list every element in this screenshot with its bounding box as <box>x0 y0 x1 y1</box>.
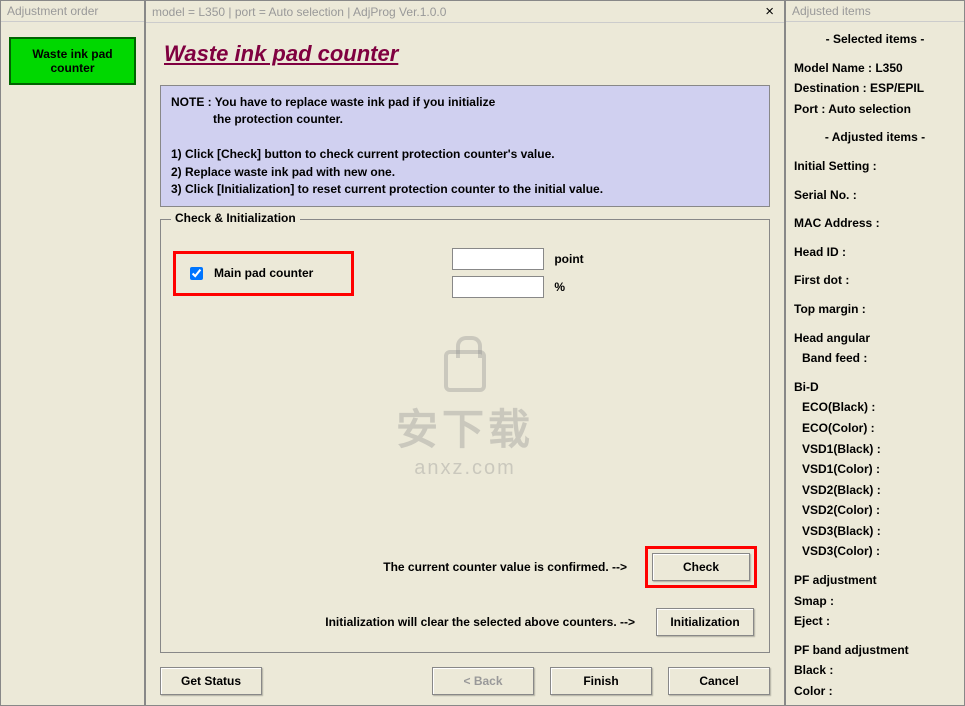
get-status-button[interactable]: Get Status <box>160 667 262 695</box>
check-button[interactable]: Check <box>652 553 750 581</box>
adjusted-items-header: - Adjusted items - <box>794 128 956 147</box>
vsd3-color: VSD3(Color) : <box>794 542 956 561</box>
adjusted-items-title: Adjusted items <box>786 1 964 22</box>
point-unit: point <box>554 252 583 266</box>
mac-address: MAC Address : <box>794 214 956 233</box>
percent-input[interactable] <box>452 276 544 298</box>
note-box: NOTE : You have to replace waste ink pad… <box>160 85 770 207</box>
check-button-highlight: Check <box>645 546 757 588</box>
adjusted-items-panel: Adjusted items - Selected items - Model … <box>785 0 965 706</box>
bi-d: Bi-D <box>794 378 956 397</box>
waste-ink-pad-counter-button[interactable]: Waste ink pad counter <box>9 37 136 85</box>
main-pad-highlight: Main pad counter <box>173 251 354 296</box>
port: Port : Auto selection <box>794 100 956 119</box>
top-margin: Top margin : <box>794 300 956 319</box>
main-dialog: model = L350 | port = Auto selection | A… <box>145 0 785 706</box>
serial-no: Serial No. : <box>794 186 956 205</box>
page-title: Waste ink pad counter <box>164 41 770 67</box>
smap: Smap : <box>794 592 956 611</box>
init-text: Initialization will clear the selected a… <box>325 615 635 629</box>
lock-icon <box>444 350 486 392</box>
pf-black: Black : <box>794 661 956 680</box>
pf-band-adjustment: PF band adjustment <box>794 641 956 660</box>
note-line1: NOTE : You have to replace waste ink pad… <box>171 94 759 111</box>
vsd1-color: VSD1(Color) : <box>794 460 956 479</box>
note-step1: 1) Click [Check] button to check current… <box>171 146 759 163</box>
watermark: 安下载 anxz.com <box>396 350 534 480</box>
dialog-title-bar: model = L350 | port = Auto selection | A… <box>146 1 784 23</box>
watermark-text-big: 安下载 <box>396 396 534 457</box>
vsd1-black: VSD1(Black) : <box>794 440 956 459</box>
note-step3: 3) Click [Initialization] to reset curre… <box>171 181 759 198</box>
note-line2: the protection counter. <box>171 111 759 128</box>
initialization-button[interactable]: Initialization <box>656 608 754 636</box>
waste-btn-line2: counter <box>15 61 130 75</box>
fieldset-legend: Check & Initialization <box>171 211 300 225</box>
check-initialization-fieldset: Check & Initialization Main pad counter … <box>160 219 770 653</box>
adjustment-order-title: Adjustment order <box>1 1 144 22</box>
waste-btn-line1: Waste ink pad <box>15 47 130 61</box>
eco-black: ECO(Black) : <box>794 398 956 417</box>
band-feed: Band feed : <box>794 349 956 368</box>
adjustment-order-panel: Adjustment order Waste ink pad counter <box>0 0 145 706</box>
initial-setting: Initial Setting : <box>794 157 956 176</box>
eco-color: ECO(Color) : <box>794 419 956 438</box>
eject: Eject : <box>794 612 956 631</box>
back-button[interactable]: < Back <box>432 667 534 695</box>
dialog-title-text: model = L350 | port = Auto selection | A… <box>152 5 446 19</box>
cancel-button[interactable]: Cancel <box>668 667 770 695</box>
vsd2-color: VSD2(Color) : <box>794 501 956 520</box>
bottom-button-row: Get Status < Back Finish Cancel <box>160 667 770 695</box>
percent-unit: % <box>554 280 565 294</box>
head-id: Head ID : <box>794 243 956 262</box>
confirm-text: The current counter value is confirmed. … <box>383 560 627 574</box>
main-pad-label: Main pad counter <box>214 266 313 280</box>
vsd3-black: VSD3(Black) : <box>794 522 956 541</box>
point-input[interactable] <box>452 248 544 270</box>
head-angular: Head angular <box>794 329 956 348</box>
pf-color: Color : <box>794 682 956 701</box>
pf-adjustment: PF adjustment <box>794 571 956 590</box>
destination: Destination : ESP/EPIL <box>794 79 956 98</box>
main-pad-checkbox[interactable] <box>190 267 203 280</box>
note-step2: 2) Replace waste ink pad with new one. <box>171 164 759 181</box>
vsd2-black: VSD2(Black) : <box>794 481 956 500</box>
model-name: Model Name : L350 <box>794 59 956 78</box>
selected-items-header: - Selected items - <box>794 30 956 49</box>
watermark-text-small: anxz.com <box>396 457 534 480</box>
first-dot: First dot : <box>794 271 956 290</box>
close-icon[interactable]: × <box>761 3 778 20</box>
finish-button[interactable]: Finish <box>550 667 652 695</box>
